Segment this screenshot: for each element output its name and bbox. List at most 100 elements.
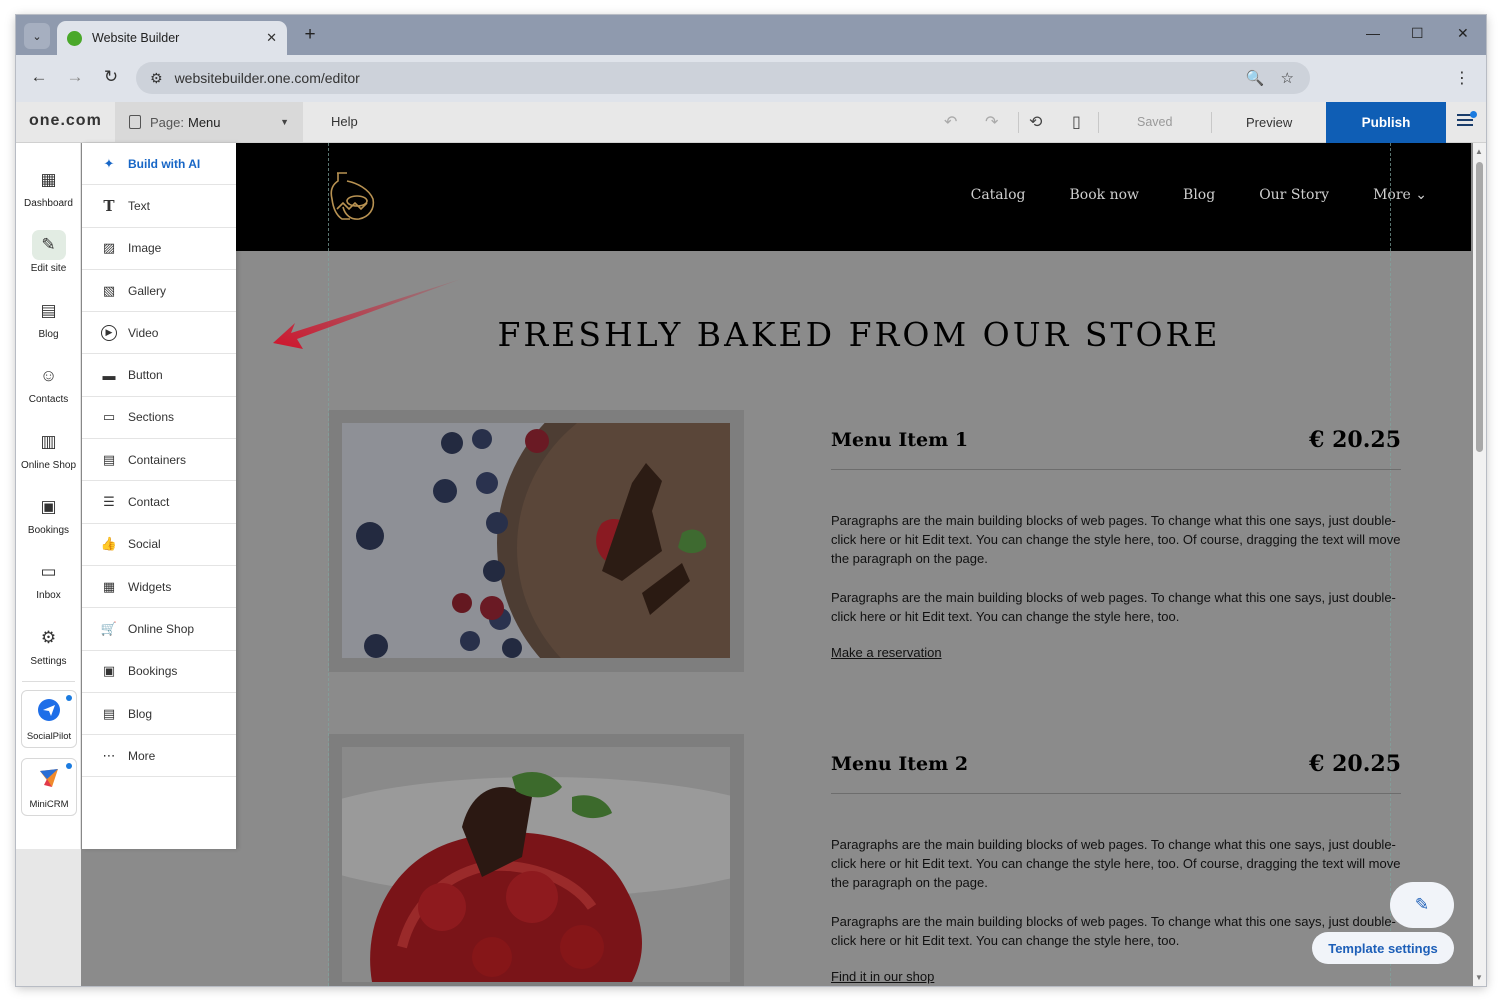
rail-item-contacts[interactable]: ☺ Contacts <box>16 361 81 405</box>
menu-item-2-link[interactable]: Find it in our shop <box>831 969 934 984</box>
add-video[interactable]: ▶ Video <box>82 312 236 355</box>
add-text[interactable]: T Text <box>82 185 236 228</box>
add-more[interactable]: ⋯ More <box>82 735 236 778</box>
tab-close-icon[interactable]: ✕ <box>266 30 277 46</box>
rail-item-online-shop[interactable]: ▥ Online Shop <box>16 427 81 471</box>
redo-icon[interactable]: ↷ <box>985 112 998 132</box>
divider <box>22 681 75 682</box>
rail-item-bookings[interactable]: ▣ Bookings <box>16 492 81 536</box>
tab-search-button[interactable]: ⌄ <box>24 23 50 49</box>
browser-tab[interactable]: Website Builder ✕ <box>57 21 287 55</box>
nav-link-more[interactable]: More ⌄ <box>1373 187 1427 203</box>
add-containers[interactable]: ▤ Containers <box>82 439 236 482</box>
rail-panel: ▦ Dashboard ✎ Edit site ▤ Blog ☺ Contact… <box>16 143 81 849</box>
rail-app-socialpilot[interactable]: SocialPilot <box>21 690 77 748</box>
menu-item-2-price[interactable]: € 20.25 <box>1261 751 1401 777</box>
mobile-view-icon[interactable]: ▯ <box>1072 112 1081 132</box>
add-widgets[interactable]: ▦ Widgets <box>82 566 236 609</box>
preview-button[interactable]: Preview <box>1246 115 1292 130</box>
new-tab-button[interactable]: + <box>298 23 322 47</box>
menu-item-2-image[interactable] <box>329 734 744 986</box>
zoom-icon[interactable]: 🔍 <box>1246 69 1265 87</box>
menu-item-1-link[interactable]: Make a reservation <box>831 645 942 660</box>
scroll-down-icon[interactable]: ▼ <box>1475 973 1483 982</box>
sparkle-icon: ✦ <box>103 155 115 171</box>
rail-item-inbox[interactable]: ▭ Inbox <box>16 557 81 601</box>
divider <box>831 469 1401 470</box>
add-item-label: More <box>128 748 156 763</box>
add-item-label: Contact <box>128 495 170 510</box>
menu-item-1-image[interactable] <box>329 410 744 672</box>
menu-item-1-paragraph-1[interactable]: Paragraphs are the main building blocks … <box>831 511 1407 568</box>
rail-app-minicrm[interactable]: MiniCRM <box>21 758 77 816</box>
design-icon[interactable]: ✎ <box>1390 882 1454 928</box>
rail-app-label: SocialPilot <box>26 731 72 742</box>
back-icon[interactable]: ← <box>28 67 50 87</box>
dashboard-icon: ▦ <box>40 170 57 189</box>
nav-link-book-now[interactable]: Book now <box>1070 187 1140 203</box>
rail-item-dashboard[interactable]: ▦ Dashboard <box>16 165 81 209</box>
add-item-label: Video <box>128 325 159 340</box>
add-image[interactable]: ▨ Image <box>82 228 236 270</box>
editor-canvas[interactable]: Catalog Book now Blog Our Story More ⌄ F… <box>81 143 1473 986</box>
reload-icon[interactable]: ↻ <box>100 67 122 87</box>
scrollbar-thumb[interactable] <box>1476 162 1483 452</box>
rail-item-edit-site[interactable]: ✎ Edit site <box>16 230 81 274</box>
template-settings-button[interactable]: Template settings <box>1312 932 1454 964</box>
minimize-button[interactable]: — <box>1366 25 1380 41</box>
add-online-shop[interactable]: 🛒 Online Shop <box>82 608 236 651</box>
maximize-button[interactable]: ☐ <box>1411 25 1424 42</box>
divider <box>1098 112 1099 133</box>
blog-icon: ▤ <box>40 301 57 320</box>
saved-status: Saved <box>1137 115 1173 129</box>
forward-icon[interactable]: → <box>64 67 86 87</box>
site-info-icon[interactable]: ⚙ <box>150 70 163 87</box>
browser-toolbar: ← → ↻ ⚙ websitebuilder.one.com/editor 🔍 … <box>16 55 1486 102</box>
minicrm-icon <box>22 767 76 795</box>
nav-link-blog[interactable]: Blog <box>1183 187 1215 203</box>
widgets-icon: ▦ <box>102 578 116 594</box>
url-text[interactable]: websitebuilder.one.com/editor <box>175 70 1246 86</box>
help-link[interactable]: Help <box>331 114 358 129</box>
add-social[interactable]: 👍 Social <box>82 524 236 566</box>
add-bookings[interactable]: ▣ Bookings <box>82 651 236 693</box>
history-icon[interactable]: ⟲ <box>1029 112 1042 132</box>
nav-link-catalog[interactable]: Catalog <box>971 187 1026 203</box>
hamburger-menu-icon[interactable] <box>1457 111 1477 128</box>
hero-title[interactable]: FRESHLY BAKED FROM OUR STORE <box>328 315 1390 354</box>
address-bar[interactable]: ⚙ websitebuilder.one.com/editor 🔍 ☆ <box>136 62 1310 94</box>
add-contact[interactable]: ☰ Contact <box>82 481 236 524</box>
add-build-with-ai[interactable]: ✦ Build with AI <box>82 143 236 186</box>
add-gallery[interactable]: ▧ Gallery <box>82 270 236 313</box>
menu-item-1-price[interactable]: € 20.25 <box>1261 427 1401 453</box>
rail-item-blog[interactable]: ▤ Blog <box>16 296 81 340</box>
add-item-label: Gallery <box>128 283 167 298</box>
menu-item-2-paragraph-1[interactable]: Paragraphs are the main building blocks … <box>831 835 1407 892</box>
close-window-button[interactable]: ✕ <box>1457 25 1469 42</box>
site-header[interactable]: Catalog Book now Blog Our Story More ⌄ <box>235 143 1471 251</box>
favicon-icon <box>67 30 82 46</box>
bookmark-star-icon[interactable]: ☆ <box>1281 69 1294 87</box>
undo-icon[interactable]: ↶ <box>944 112 957 132</box>
menu-item-1-name[interactable]: Menu Item 1 <box>831 429 968 451</box>
add-sections[interactable]: ▭ Sections <box>82 397 236 440</box>
scroll-up-icon[interactable]: ▲ <box>1475 147 1483 156</box>
vase-logo-icon[interactable] <box>329 169 377 225</box>
menu-item-1-paragraph-2[interactable]: Paragraphs are the main building blocks … <box>831 588 1407 626</box>
divider <box>1211 112 1212 133</box>
publish-button[interactable]: Publish <box>1326 102 1446 143</box>
dessert-photo <box>342 747 730 982</box>
add-button[interactable]: ▬ Button <box>82 354 236 397</box>
more-icon: ⋯ <box>102 747 116 763</box>
add-blog[interactable]: ▤ Blog <box>82 693 236 736</box>
nav-link-our-story[interactable]: Our Story <box>1259 187 1329 203</box>
rail-item-settings[interactable]: ⚙ Settings <box>16 623 81 667</box>
canvas-scrollbar[interactable]: ▲ ▼ <box>1473 143 1486 986</box>
rail-item-label: Blog <box>38 329 59 340</box>
tab-strip: ⌄ Website Builder ✕ + — ☐ ✕ <box>16 15 1486 55</box>
browser-menu-icon[interactable]: ⋮ <box>1454 68 1470 88</box>
page-selector[interactable]: Page: Menu ▼ <box>115 102 303 142</box>
containers-icon: ▤ <box>102 451 116 467</box>
menu-item-2-name[interactable]: Menu Item 2 <box>831 753 968 775</box>
logo[interactable]: one.com <box>29 112 102 130</box>
